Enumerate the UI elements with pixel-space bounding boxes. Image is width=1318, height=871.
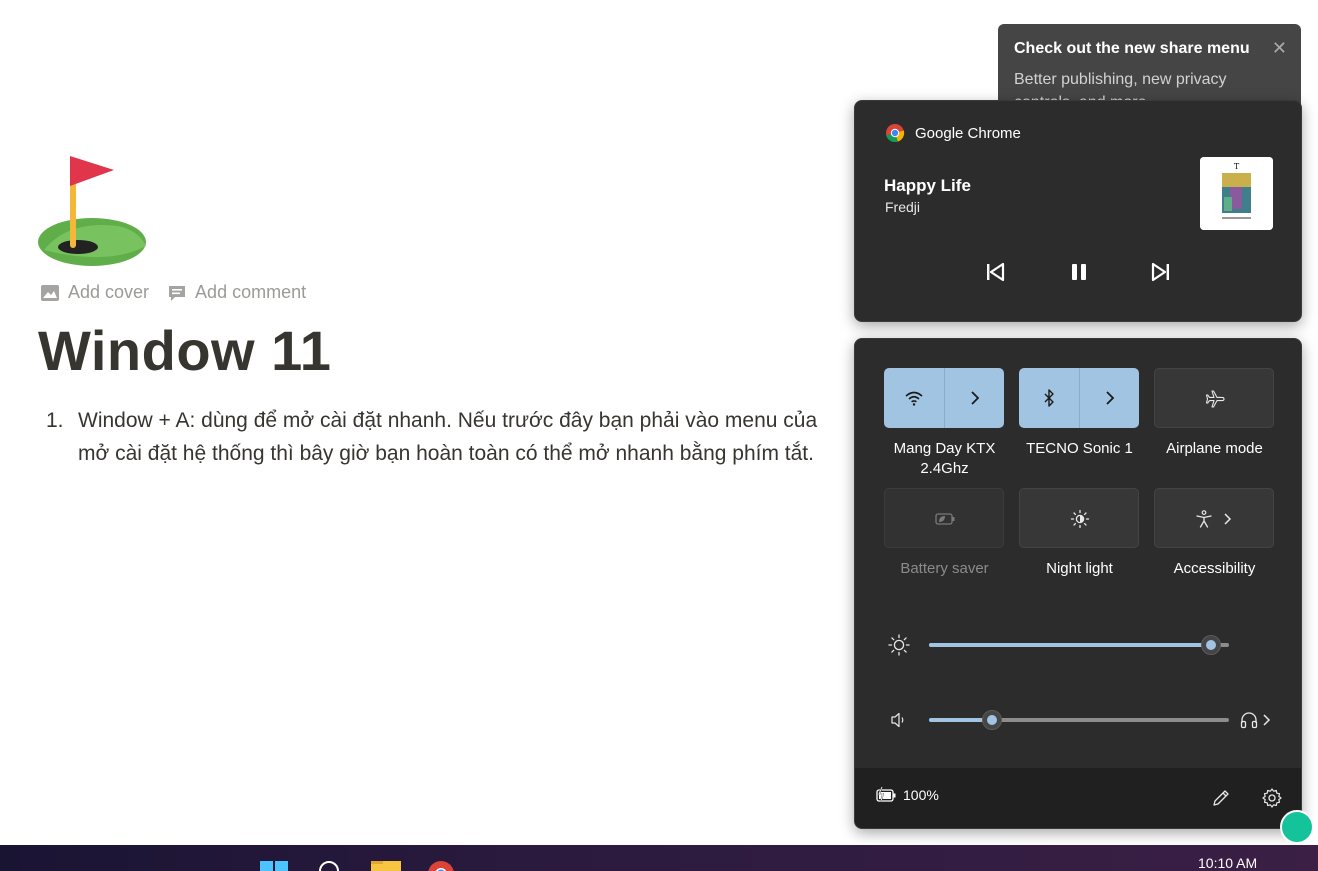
battery-charging-icon bbox=[876, 786, 896, 802]
bluetooth-toggle[interactable] bbox=[1019, 368, 1079, 428]
volume-slider bbox=[885, 700, 1285, 740]
quick-settings-footer: 100% bbox=[855, 768, 1301, 828]
media-source: Google Chrome bbox=[885, 123, 1021, 143]
chevron-right-icon bbox=[1224, 513, 1232, 525]
brightness-thumb[interactable] bbox=[1201, 635, 1221, 655]
list-number: 1. bbox=[46, 409, 64, 432]
night-light-icon bbox=[1070, 509, 1090, 529]
quick-settings-panel: Mang Day KTX 2.4Ghz TECNO Sonic 1 Airpla… bbox=[854, 338, 1302, 829]
wifi-expand[interactable] bbox=[944, 368, 1004, 428]
battery-percent: 100% bbox=[903, 787, 939, 803]
volume-thumb[interactable] bbox=[982, 710, 1002, 730]
night-light-label: Night light bbox=[1046, 560, 1113, 577]
list-item-line-2[interactable]: mở cài đặt hệ thống thì bây giờ bạn hoàn… bbox=[78, 437, 856, 470]
media-flyout: Google Chrome Happy Life Fredji T bbox=[854, 100, 1302, 322]
album-art-image: T bbox=[1200, 157, 1273, 230]
battery-status[interactable]: 100% bbox=[875, 786, 939, 804]
airplane-mode-label: Airplane mode bbox=[1166, 440, 1263, 457]
edit-icon[interactable] bbox=[1211, 788, 1231, 808]
wifi-icon bbox=[905, 391, 923, 406]
accessibility-icon bbox=[1196, 510, 1212, 528]
headphones-icon bbox=[1240, 712, 1258, 729]
chevron-right-icon bbox=[971, 391, 980, 405]
accessibility-tile[interactable] bbox=[1154, 488, 1274, 548]
pause-icon[interactable] bbox=[1064, 257, 1094, 287]
taskbar-clock[interactable]: 10:10 AM bbox=[1198, 855, 1257, 871]
media-controls bbox=[855, 251, 1303, 291]
accessibility-label: Accessibility bbox=[1173, 560, 1256, 577]
page-title[interactable]: Window 11 bbox=[38, 318, 331, 383]
battery-saver-label: Battery saver bbox=[900, 560, 989, 577]
bluetooth-icon bbox=[1044, 389, 1054, 407]
settings-gear-icon[interactable] bbox=[1261, 787, 1283, 809]
battery-saver-tile[interactable] bbox=[884, 488, 1004, 548]
tooltip-title: Check out the new share menu bbox=[1014, 40, 1250, 57]
svg-text:T: T bbox=[1234, 162, 1240, 171]
chrome-taskbar-icon[interactable] bbox=[426, 859, 456, 871]
airplane-icon bbox=[1205, 390, 1225, 408]
image-icon bbox=[41, 284, 59, 301]
wifi-tile bbox=[884, 368, 1004, 428]
start-icon[interactable] bbox=[260, 859, 290, 871]
brightness-slider bbox=[885, 625, 1285, 665]
song-artist: Fredji bbox=[885, 199, 921, 215]
album-art: T bbox=[1200, 157, 1273, 230]
chevron-right-icon bbox=[1263, 714, 1271, 726]
file-explorer-icon[interactable] bbox=[370, 859, 402, 871]
comment-icon bbox=[169, 285, 186, 301]
bluetooth-label: TECNO Sonic 1 bbox=[1026, 440, 1133, 457]
battery-saver-icon bbox=[935, 513, 955, 525]
numbered-list: 1. Window + A: dùng để mở cài đặt nhanh.… bbox=[46, 404, 856, 470]
previous-track-icon[interactable] bbox=[980, 257, 1010, 287]
bluetooth-tile bbox=[1019, 368, 1139, 428]
airplane-mode-tile[interactable] bbox=[1154, 368, 1274, 428]
taskbar: 10:10 AM bbox=[0, 845, 1318, 871]
close-icon[interactable]: ✕ bbox=[1272, 38, 1287, 59]
song-title: Happy Life bbox=[884, 176, 971, 195]
add-cover-button[interactable]: Add cover bbox=[40, 282, 149, 303]
add-cover-label: Add cover bbox=[68, 282, 150, 302]
grammarly-button[interactable] bbox=[1280, 810, 1314, 844]
wifi-label: Mang Day KTX 2.4Ghz bbox=[893, 440, 996, 477]
add-comment-label: Add comment bbox=[195, 282, 307, 302]
night-light-tile[interactable] bbox=[1019, 488, 1139, 548]
add-comment-button[interactable]: Add comment bbox=[167, 282, 306, 303]
search-icon[interactable] bbox=[316, 859, 344, 871]
speaker-icon bbox=[891, 712, 904, 728]
next-track-icon[interactable] bbox=[1146, 257, 1176, 287]
brightness-icon bbox=[888, 634, 910, 656]
chevron-right-icon bbox=[1106, 391, 1115, 405]
bluetooth-expand[interactable] bbox=[1079, 368, 1139, 428]
media-app-name: Google Chrome bbox=[915, 124, 1021, 142]
golf-flag-icon bbox=[38, 156, 146, 266]
audio-output-button[interactable] bbox=[1239, 708, 1279, 732]
wifi-toggle[interactable] bbox=[884, 368, 944, 428]
list-item-line-1[interactable]: Window + A: dùng để mở cài đặt nhanh. Nế… bbox=[78, 404, 856, 437]
page-actions: Add cover Add comment bbox=[40, 282, 306, 303]
chrome-icon bbox=[886, 124, 905, 143]
brightness-fill bbox=[929, 643, 1211, 647]
